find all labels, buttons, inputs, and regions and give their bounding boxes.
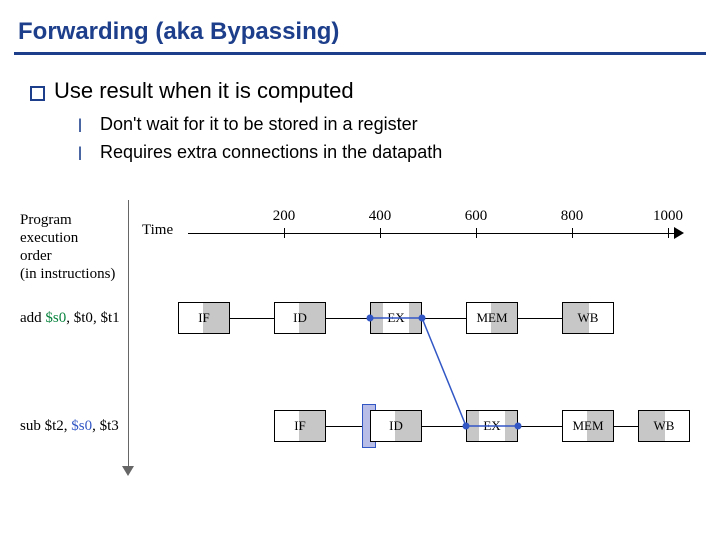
forward-dot-icon xyxy=(419,315,426,322)
connector xyxy=(326,318,370,319)
instr1-rt: $t1 xyxy=(100,310,119,326)
title-underline xyxy=(14,52,706,55)
bullet-square-icon xyxy=(30,86,45,101)
forward-dot-icon xyxy=(515,423,522,430)
tick xyxy=(476,228,477,238)
pipeline-diagram: Program execution order (in instructions… xyxy=(20,200,690,500)
tick xyxy=(380,228,381,238)
time-label: Time xyxy=(142,222,173,239)
tick-label: 600 xyxy=(465,208,488,225)
vertical-rule xyxy=(128,200,129,470)
tick xyxy=(668,228,669,238)
stage-if: IF xyxy=(274,410,326,442)
instruction-1: add $s0, $t0, $t1 xyxy=(20,310,120,327)
bullet-sub-1: Don't wait for it to be stored in a regi… xyxy=(100,114,418,135)
stage-mem: MEM xyxy=(562,410,614,442)
instr2-rt: $t3 xyxy=(100,418,119,434)
bullet-main: Use result when it is computed xyxy=(54,78,354,104)
y-axis-label: Program xyxy=(20,212,72,229)
connector xyxy=(422,426,466,427)
connector xyxy=(614,426,638,427)
connector xyxy=(230,318,274,319)
tick-label: 1000 xyxy=(653,208,683,225)
timeline-axis xyxy=(188,233,678,234)
tick-label: 200 xyxy=(273,208,296,225)
tick-label: 400 xyxy=(369,208,392,225)
stage-wb: WB xyxy=(562,302,614,334)
bullet-sub-icon: l xyxy=(78,144,82,165)
stage-id: ID xyxy=(370,410,422,442)
stage-mem: MEM xyxy=(466,302,518,334)
y-axis-label: order xyxy=(20,248,52,265)
instr1-op: add xyxy=(20,310,42,326)
y-axis-label: (in instructions) xyxy=(20,266,115,283)
instr2-rs: $s0 xyxy=(71,418,92,434)
tick-label: 800 xyxy=(561,208,584,225)
instruction-2: sub $t2, $s0, $t3 xyxy=(20,418,119,435)
tick xyxy=(572,228,573,238)
instr2-op: sub xyxy=(20,418,41,434)
connector xyxy=(518,318,562,319)
stage-id: ID xyxy=(274,302,326,334)
forwarding-lines xyxy=(20,200,690,500)
connector xyxy=(422,318,466,319)
stage-ex: EX xyxy=(466,410,518,442)
tick xyxy=(284,228,285,238)
instr2-rd: $t2 xyxy=(45,418,64,434)
stage-if: IF xyxy=(178,302,230,334)
instr1-rd: $s0 xyxy=(45,310,66,326)
forward-dot-icon xyxy=(367,315,374,322)
bullet-sub-icon: l xyxy=(78,116,82,137)
instr1-rs: $t0 xyxy=(74,310,93,326)
stage-wb: WB xyxy=(638,410,690,442)
slide: Forwarding (aka Bypassing) Use result wh… xyxy=(0,0,720,540)
y-axis-label: execution xyxy=(20,230,78,247)
slide-title: Forwarding (aka Bypassing) xyxy=(18,18,339,46)
arrow-down-icon xyxy=(122,466,134,476)
bullet-sub-2: Requires extra connections in the datapa… xyxy=(100,142,442,163)
stage-ex: EX xyxy=(370,302,422,334)
connector xyxy=(518,426,562,427)
forward-dot-icon xyxy=(463,423,470,430)
arrow-right-icon xyxy=(674,227,684,239)
